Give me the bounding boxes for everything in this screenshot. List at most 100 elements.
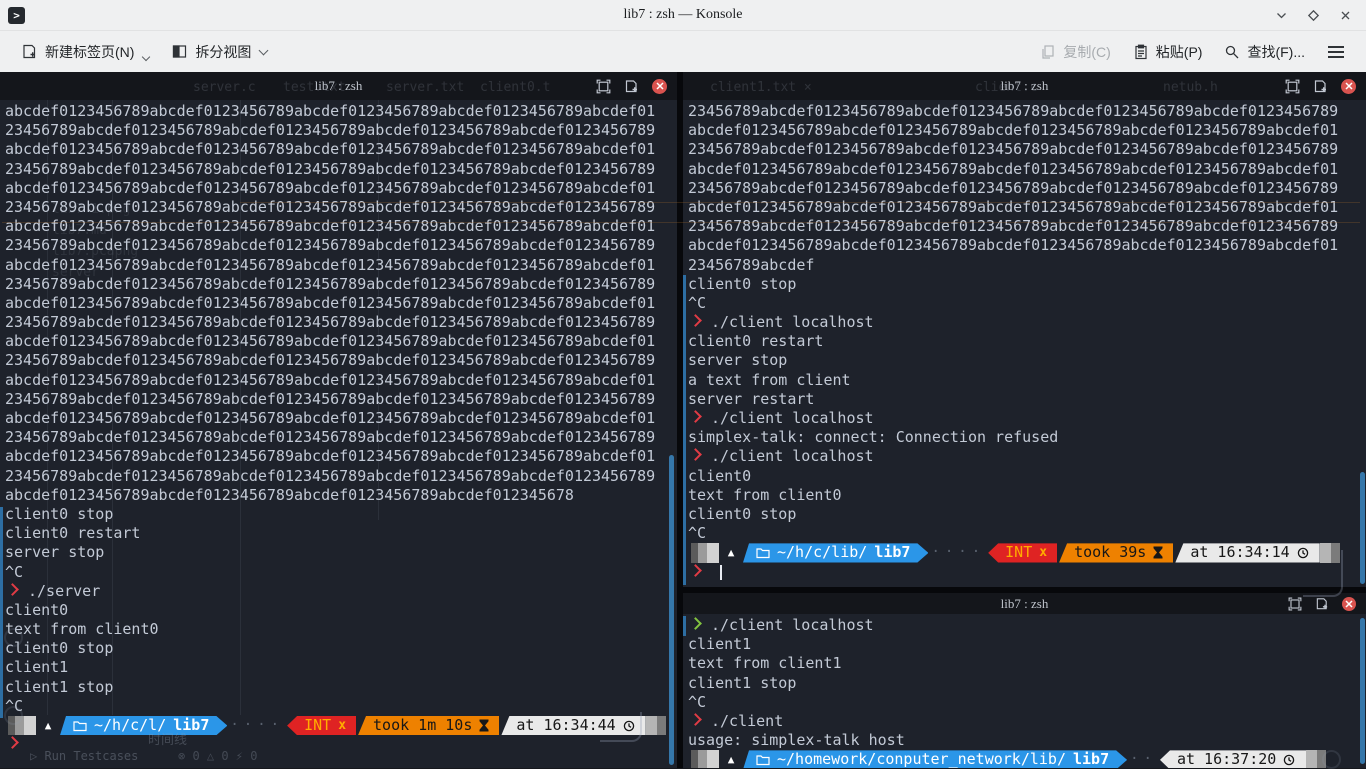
cwd-path: ~/h/c/lib/ [777, 543, 867, 562]
terminal-line: client0 [688, 467, 1366, 486]
terminal-screen[interactable]: abcdef0123456789abcdef0123456789abcdef01… [0, 100, 677, 754]
paste-icon [1133, 44, 1149, 60]
clock-icon [1297, 547, 1309, 559]
prompt-chevron-icon [689, 449, 702, 462]
cwd-dir: lib7 [874, 543, 910, 562]
terminal-screen[interactable]: 23456789abcdef0123456789abcdef0123456789… [683, 100, 1366, 582]
terminal-line: abcdef0123456789abcdef0123456789abcdef01… [688, 121, 1366, 140]
terminal-line: ^C [688, 294, 1366, 313]
terminal-line: 23456789abcdef0123456789abcdef0123456789… [688, 140, 1366, 159]
scrollbar-thumb[interactable] [669, 455, 674, 765]
hamburger-menu-icon[interactable] [1318, 40, 1354, 64]
terminal-screen[interactable]: ./client localhostclient1text from clien… [683, 614, 1366, 768]
clock-icon [623, 720, 635, 732]
terminal-line: abcdef0123456789abcdef0123456789abcdef01… [688, 236, 1366, 255]
cwd-segment: ~/homework/conputer_network/lib/lib7 [743, 750, 1127, 768]
maximize-view-icon[interactable] [596, 79, 611, 94]
terminal-line: 23456789abcdef0123456789abcdef0123456789… [688, 217, 1366, 236]
terminal-command-line: ./client localhost [688, 313, 1366, 332]
terminal-pane-bottom-right: lib7 : zsh ./client localhostclient1text… [683, 593, 1366, 768]
text-cursor [720, 565, 722, 580]
terminal-command-line: ./client localhost [688, 616, 1366, 635]
copy-button[interactable]: 复制(C) [1031, 36, 1119, 68]
close-view-icon[interactable] [1341, 79, 1356, 94]
minimize-icon[interactable] [1274, 8, 1288, 22]
scrollbar-thumb[interactable] [1360, 618, 1365, 764]
terminal-line: ^C [5, 697, 677, 716]
terminal-line: simplex-talk: connect: Connection refuse… [688, 428, 1366, 447]
close-view-icon[interactable] [652, 79, 667, 94]
os-indicator-icon: ▲ [719, 543, 743, 562]
exit-status-segment: INTx [988, 543, 1057, 562]
terminal-line: 23456789abcdef0123456789abcdef0123456789… [688, 102, 1366, 121]
terminal-line: 23456789abcdef0123456789abcdef0123456789… [5, 236, 677, 255]
terminal-prompt-line [5, 735, 677, 754]
scrollbar-thumb[interactable] [1360, 472, 1365, 584]
prompt-chevron-icon [689, 410, 702, 423]
detach-view-icon[interactable] [1313, 79, 1328, 94]
cwd-path: ~/h/c/l/ [94, 716, 166, 735]
terminal-line: abcdef0123456789abcdef0123456789abcdef01… [5, 179, 677, 198]
segment-block [1331, 543, 1340, 562]
prompt-chevron-icon [689, 713, 702, 726]
segment-block [15, 716, 24, 735]
chevron-down-icon [259, 45, 269, 55]
maximize-view-icon[interactable] [1288, 597, 1302, 611]
prompt-chevron-icon [6, 736, 19, 749]
terminal-line: 23456789abcdef0123456789abcdef0123456789… [688, 179, 1366, 198]
pane-header: lib7 : zsh [683, 593, 1366, 614]
segment-block [1320, 543, 1331, 562]
terminal-line: 23456789abcdef0123456789abcdef0123456789… [5, 428, 677, 447]
close-icon[interactable] [1338, 8, 1352, 22]
output-marker [683, 616, 686, 636]
terminal-line: 23456789abcdef0123456789abcdef0123456789… [5, 198, 677, 217]
folder-icon [756, 547, 770, 559]
segment-block [698, 543, 707, 562]
status-label: INT [1005, 543, 1032, 562]
close-view-icon[interactable] [1342, 597, 1356, 611]
prompt-filler-dots: ···· [928, 543, 988, 562]
terminal-command-line: ./client localhost [688, 409, 1366, 428]
terminal-line: 23456789abcdef0123456789abcdef0123456789… [5, 160, 677, 179]
terminal-line: 23456789abcdef0123456789abcdef0123456789… [5, 467, 677, 486]
cwd-dir: lib7 [173, 716, 209, 735]
terminal-line: client0 stop [5, 639, 677, 658]
detach-view-icon[interactable] [1315, 597, 1329, 611]
time-segment: at 16:34:44 [501, 716, 645, 735]
time-label: at 16:34:44 [516, 716, 615, 735]
split-view-button[interactable]: 拆分视图 [162, 36, 276, 68]
find-button[interactable]: 查找(F)... [1215, 36, 1314, 68]
maximize-icon[interactable] [1306, 8, 1320, 22]
konsole-window: > lib7 : zsh — Konsole 新建标签页(N) 拆分视图 [0, 0, 1366, 768]
new-tab-button[interactable]: 新建标签页(N) [12, 36, 158, 68]
segment-block [657, 716, 666, 735]
pane-title: lib7 : zsh [683, 596, 1366, 612]
titlebar[interactable]: > lib7 : zsh — Konsole [0, 0, 1366, 31]
prompt-filler-dots: ·· [1127, 750, 1160, 768]
duration-segment: took 1m 10s [358, 716, 499, 735]
cwd-path: ~/homework/conputer_network/lib/ [777, 750, 1066, 768]
cwd-segment: ~/h/c/lib/lib7 [743, 543, 928, 562]
output-marker [0, 507, 3, 718]
terminal-pane-top-right: lib7 : zsh 23456789abcdef0123456789abcde… [683, 72, 1366, 587]
maximize-view-icon[interactable] [1285, 79, 1300, 94]
pane-title: lib7 : zsh [0, 78, 677, 94]
terminal-prompt-line [688, 563, 1366, 582]
terminal-line: client0 [5, 601, 677, 620]
paste-button[interactable]: 粘贴(P) [1124, 36, 1212, 68]
segment-block [1317, 750, 1326, 768]
terminal-line: abcdef0123456789abcdef0123456789abcdef01… [688, 160, 1366, 179]
window-title: lib7 : zsh — Konsole [0, 7, 1366, 23]
powerline-prompt: ▲~/h/c/lib/lib7····INTxtook 39sat 16:34:… [688, 543, 1366, 562]
output-marker [683, 275, 686, 585]
time-label: at 16:37:20 [1177, 750, 1276, 768]
terminal-line: client1 [5, 658, 677, 677]
duration-label: took 1m 10s [373, 716, 472, 735]
prompt-chevron-icon [6, 583, 19, 596]
terminal-line: abcdef0123456789abcdef0123456789abcdef01… [5, 256, 677, 275]
detach-view-icon[interactable] [624, 79, 639, 94]
segment-block [691, 543, 698, 562]
terminal-line: 23456789abcdef0123456789abcdef0123456789… [5, 313, 677, 332]
konsole-app-icon: > [8, 7, 25, 24]
window-buttons [1274, 8, 1366, 22]
